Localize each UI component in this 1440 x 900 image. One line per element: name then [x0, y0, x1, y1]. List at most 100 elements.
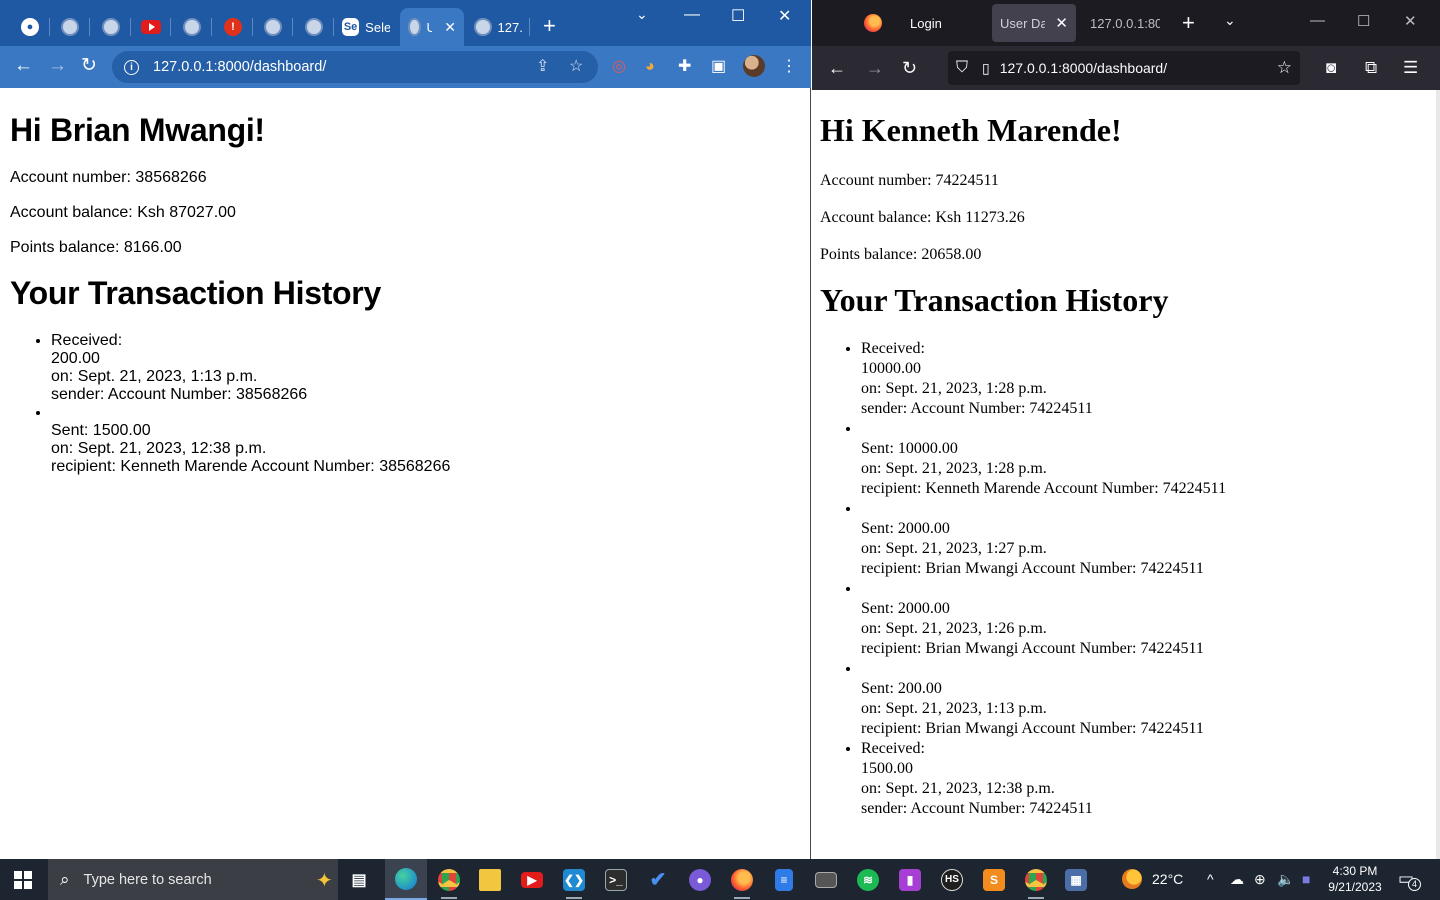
sublime-icon[interactable]: S — [973, 859, 1015, 900]
todo-icon[interactable]: ✔ — [637, 859, 679, 900]
notification-center-icon[interactable]: ▭ 4 — [1398, 869, 1421, 891]
new-tab-button[interactable]: + — [543, 15, 556, 37]
new-tab-button[interactable]: + — [1182, 10, 1195, 36]
calculator-icon[interactable]: ▦ — [1055, 859, 1097, 900]
reload-button[interactable]: ↻ — [81, 55, 97, 77]
extension-record-icon[interactable]: ◎ — [612, 57, 626, 77]
close-tab-icon[interactable]: ✕ — [1055, 14, 1068, 32]
search-placeholder[interactable]: Type here to search — [84, 872, 212, 888]
transaction-line: on: Sept. 21, 2023, 1:13 p.m. — [861, 700, 1047, 717]
window-app-icon[interactable] — [805, 859, 847, 900]
weather-widget[interactable]: 22°C — [1122, 869, 1183, 889]
chrome-tab-8[interactable] — [294, 8, 334, 46]
terminal-icon[interactable]: >_ — [595, 859, 637, 900]
firefox-tab-active[interactable]: User Dash ✕ — [992, 4, 1076, 42]
chrome-tab-3[interactable] — [91, 8, 131, 46]
back-button[interactable]: ← — [14, 55, 33, 77]
docs-icon[interactable]: ≡ — [763, 859, 805, 900]
firefox-icon[interactable] — [721, 859, 763, 900]
close-window-button[interactable]: ✕ — [1404, 12, 1417, 30]
forward-button[interactable]: → — [48, 55, 67, 77]
firefox-tab-strip: Login User Dash ✕ 127.0.0.1:800 + ⌄ — ☐ … — [812, 0, 1440, 46]
account-balance: Account balance: Ksh 87027.00 — [10, 204, 236, 221]
search-icon: ⌕ — [60, 869, 70, 889]
bookmark-star-icon[interactable]: ☆ — [1277, 58, 1292, 78]
vscode-icon[interactable]: ❮❯ — [553, 859, 595, 900]
windows-start-icon[interactable] — [14, 871, 32, 889]
chrome-tab-5[interactable] — [172, 8, 212, 46]
task-view-icon[interactable]: ▤ — [338, 859, 380, 900]
extensions-icon[interactable]: ⧉ — [1365, 58, 1377, 78]
transaction-line: recipient: Kenneth Marende Account Numbe… — [51, 458, 451, 475]
extension-color-icon[interactable]: ◕ — [645, 57, 655, 77]
transaction-line: on: Sept. 21, 2023, 1:28 p.m. — [861, 460, 1047, 477]
extensions-puzzle-icon[interactable]: ✚ — [678, 57, 691, 77]
list-item — [51, 404, 800, 422]
side-panel-icon[interactable]: ▣ — [711, 57, 726, 77]
spotify-icon[interactable]: ≋ — [847, 859, 889, 900]
taskbar-clock[interactable]: 4:30 PM 9/21/2023 — [1322, 863, 1388, 895]
share-icon[interactable]: ⇪ — [536, 56, 549, 76]
chrome-tab-youtube[interactable] — [131, 8, 171, 46]
pocket-icon[interactable]: ◙ — [1326, 58, 1336, 78]
account-number: Account number: 38568266 — [10, 169, 207, 186]
url-text[interactable]: 127.0.0.1:8000/dashboard/ — [1000, 60, 1167, 76]
chrome-tab-active[interactable]: U ✕ — [400, 8, 464, 46]
firefox-toolbar: ← → ↻ ⛉ ▯ 127.0.0.1:8000/dashboard/ ☆ ◙ … — [812, 46, 1440, 90]
taskbar-search-box[interactable]: ⌕ Type here to search ✦ — [48, 859, 338, 900]
youtube-icon[interactable]: ▶ — [511, 859, 553, 900]
address-bar[interactable]: ⛉ ▯ 127.0.0.1:8000/dashboard/ ☆ — [948, 51, 1300, 85]
firefox-logo-icon[interactable] — [864, 14, 882, 32]
chrome-icon[interactable] — [428, 859, 470, 900]
transaction-line: on: Sept. 21, 2023, 12:38 p.m. — [51, 440, 267, 457]
network-icon[interactable]: ⊕ — [1254, 870, 1266, 888]
firefox-tab-login[interactable]: Login — [900, 4, 992, 42]
onedrive-cloud-icon[interactable]: ☁ — [1230, 870, 1244, 888]
github-desktop-icon[interactable]: ● — [679, 859, 721, 900]
tracking-shield-icon[interactable]: ⛉ — [956, 59, 968, 77]
list-all-tabs-icon[interactable]: ⌄ — [1224, 12, 1236, 29]
firefox-tab-127[interactable]: 127.0.0.1:800 — [1080, 4, 1170, 42]
chrome-tab-selenium[interactable]: Se Sele — [334, 8, 398, 46]
account-balance: Account balance: Ksh 11273.26 — [820, 209, 1025, 226]
volume-icon[interactable]: 🔈 — [1277, 870, 1294, 888]
scrollbar[interactable] — [1436, 90, 1440, 859]
chrome-profile-icon[interactable] — [1015, 859, 1057, 900]
chrome-tab-github[interactable]: ● — [10, 8, 50, 46]
back-button[interactable]: ← — [828, 57, 846, 79]
close-tab-icon[interactable]: ✕ — [444, 19, 456, 36]
close-window-button[interactable]: ✕ — [778, 6, 791, 26]
chrome-tab-2[interactable] — [50, 8, 90, 46]
teams-icon[interactable]: ■ — [1302, 870, 1310, 888]
file-explorer-icon[interactable] — [469, 859, 511, 900]
list-item — [861, 419, 1430, 439]
url-text[interactable]: 127.0.0.1:8000/dashboard/ — [153, 59, 326, 75]
firefox-page: Hi Kenneth Marende! Account number: 7422… — [812, 90, 1438, 859]
search-highlight-icon: ✦ — [316, 870, 333, 892]
forward-button[interactable]: → — [866, 57, 884, 79]
maximize-button[interactable]: ☐ — [1357, 12, 1370, 30]
minimize-button[interactable]: — — [1310, 12, 1325, 29]
edge-icon[interactable] — [385, 859, 427, 900]
chrome-tab-127[interactable]: 127. — [466, 8, 530, 46]
profile-avatar[interactable] — [743, 55, 765, 77]
chrome-menu-icon[interactable]: ⋮ — [781, 57, 797, 77]
maximize-button[interactable]: ☐ — [731, 6, 745, 26]
chrome-tab-alert[interactable]: ! — [213, 8, 253, 46]
menu-icon[interactable]: ☰ — [1403, 58, 1418, 78]
minimize-button[interactable]: — — [684, 6, 700, 24]
reload-button[interactable]: ↻ — [902, 57, 917, 79]
chrome-tab-7[interactable] — [253, 8, 293, 46]
address-bar[interactable]: i 127.0.0.1:8000/dashboard/ ⇪ ☆ — [112, 51, 598, 83]
notes-icon[interactable]: ▮ — [889, 859, 931, 900]
transaction-line: on: Sept. 21, 2023, 1:28 p.m. — [861, 380, 1047, 397]
points-balance: Points balance: 20658.00 — [820, 246, 982, 263]
tab-search-icon[interactable]: ⌄ — [636, 6, 648, 23]
transaction-line: Received: — [51, 332, 123, 349]
hs-app-icon[interactable]: HS — [931, 859, 973, 900]
bookmark-star-icon[interactable]: ☆ — [569, 56, 583, 76]
site-info-icon[interactable]: i — [124, 59, 139, 75]
show-hidden-icons-chevron-icon[interactable]: ^ — [1207, 870, 1214, 888]
transaction-line: recipient: Kenneth Marende Account Numbe… — [861, 480, 1227, 497]
history-heading: Your Transaction History — [10, 275, 381, 311]
